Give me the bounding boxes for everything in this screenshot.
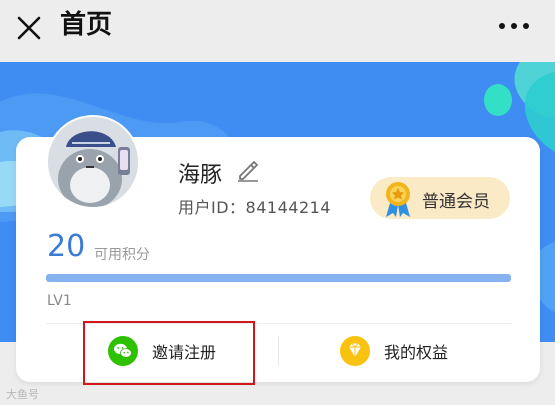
close-icon[interactable] [14,13,44,43]
my-rights-label: 我的权益 [384,343,449,362]
watermark: 大鱼号 [6,388,39,401]
level-label: LV1 [47,293,72,309]
edit-pencil-icon[interactable] [236,158,260,182]
level-progress-fill [46,274,511,282]
highlight-annotation [83,321,255,385]
username: 海豚 [178,163,223,188]
page-title: 首页 [60,10,113,40]
my-rights-button[interactable]: 我的权益 [340,333,448,369]
member-level-label: 普通会员 [422,192,490,212]
action-divider [278,336,279,366]
level-progress-bar [46,274,511,282]
points-value[interactable]: 20 [47,229,85,264]
diamond-icon [340,336,370,366]
title-bar: 首页 [0,0,555,62]
avatar[interactable] [46,115,140,209]
diamond-glyph [349,343,361,357]
medal-icon [386,182,410,217]
more-options-icon[interactable] [497,14,531,38]
points-label: 可用积分 [94,247,150,263]
user-id: 用户ID：84144214 [178,198,331,217]
member-level-badge[interactable]: 普通会员 [370,177,510,219]
totoro-avatar-image [48,117,138,207]
